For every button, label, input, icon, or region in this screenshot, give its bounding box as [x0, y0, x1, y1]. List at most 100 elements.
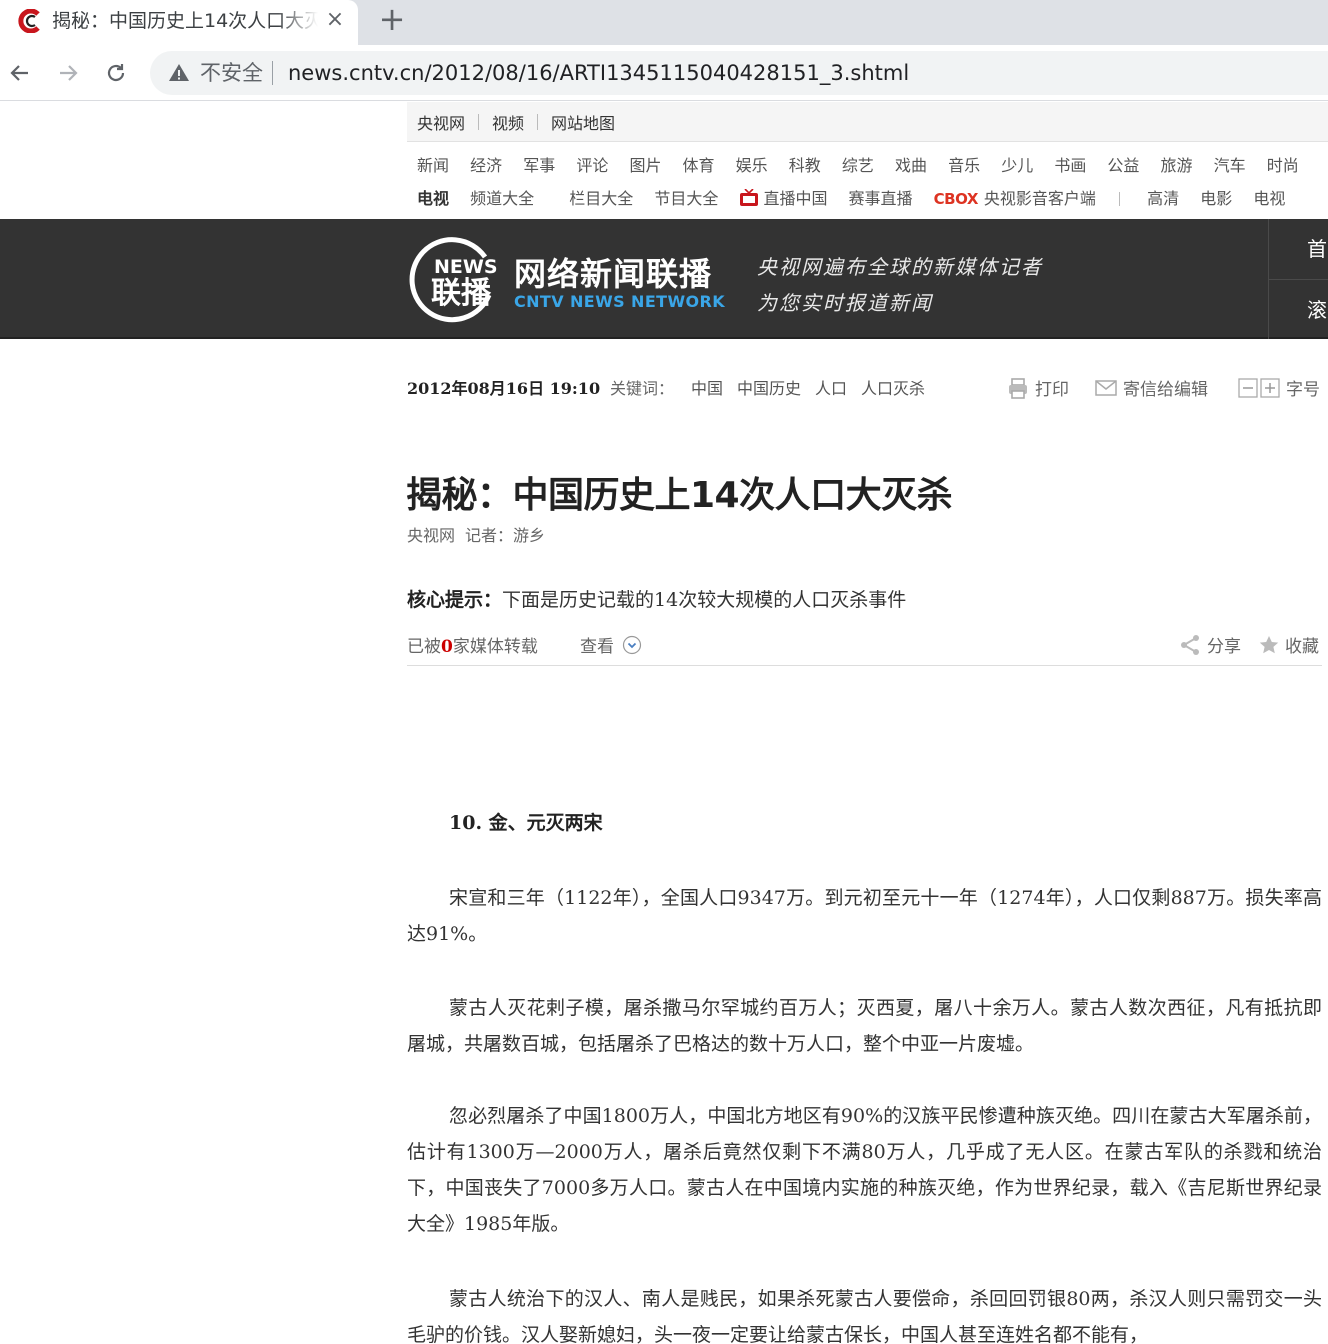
channel-link[interactable]: 评论 [576, 153, 608, 179]
share-button[interactable]: 分享 [1179, 632, 1241, 657]
keyword-link[interactable]: 人口灭杀 [861, 379, 925, 398]
channel-link[interactable]: 书画 [1054, 153, 1086, 179]
star-icon [1259, 635, 1279, 653]
logo-badge-top: NEWS [434, 256, 497, 278]
publish-datetime: 2012年08月16日 19:10 [407, 379, 601, 398]
channel-link[interactable]: 新闻 [417, 153, 449, 179]
portal-link-cntv[interactable]: 央视网 [417, 110, 465, 134]
keyword-link[interactable]: 中国 [691, 379, 723, 398]
font-size-label: 字号 [1286, 380, 1320, 400]
repost-prefix: 已被 [407, 637, 441, 657]
news-lianbo-logo-icon[interactable]: NEWS 联播 [407, 235, 497, 325]
tv-link-programs[interactable]: 节目大全 [654, 186, 718, 212]
channel-link[interactable]: 旅游 [1161, 153, 1193, 179]
share-icon [1181, 634, 1199, 655]
chevron-down-icon [622, 635, 642, 654]
article-meta: 2012年08月16日 19:10 关键词： 中国 中国历史 人口 人口灭杀 打印 寄… [407, 375, 1328, 400]
article-paragraph: 蒙古人统治下的汉人、南人是贱民，如果杀死蒙古人要偿命，杀回回罚银80两，杀汉人则… [407, 1288, 1322, 1344]
favorite-button[interactable]: 收藏 [1259, 632, 1319, 657]
slogan-line-2: 为您实时报道新闻 [757, 291, 933, 315]
back-button[interactable] [4, 57, 36, 89]
forward-button[interactable] [52, 57, 84, 89]
channel-link[interactable]: 经济 [470, 153, 502, 179]
tv-link-columns[interactable]: 栏目大全 [569, 186, 633, 212]
printer-icon [1009, 377, 1027, 399]
address-bar[interactable]: 不安全 news.cntv.cn/2012/08/16/ARTI13451150… [150, 51, 1328, 95]
divider [537, 113, 539, 130]
news-header-band: NEWS 联播 网络新闻联播 CNTV NEWS NETWORK 央视网遍布全球… [0, 219, 1328, 339]
envelope-icon [1095, 379, 1117, 396]
channel-link[interactable]: 汽车 [1214, 153, 1246, 179]
article-byline: 央视网 记者：游乡 [407, 522, 545, 546]
hd-link[interactable]: 高清 [1147, 186, 1179, 212]
browser-tab-active[interactable]: 揭秘：中国历史上14次人口大灭杀 × [0, 0, 358, 45]
warning-triangle-icon [169, 64, 189, 81]
channel-link[interactable]: 少儿 [1001, 153, 1033, 179]
browser-tabstrip: 揭秘：中国历史上14次人口大灭杀 × + [0, 0, 1328, 45]
font-decrease-icon[interactable] [1238, 377, 1258, 398]
article-paragraph: 忽必烈屠杀了中国1800万人，中国北方地区有90%的汉族平民惨遭种族灭绝。四川在… [407, 1105, 1322, 1235]
article-reporter: 记者：游乡 [465, 526, 546, 545]
reload-button[interactable] [100, 57, 132, 89]
repost-count-text: 已被0家媒体转载 [407, 632, 538, 657]
channel-link[interactable]: 图片 [629, 153, 661, 179]
keyword-link[interactable]: 中国历史 [737, 379, 801, 398]
menu-rolling[interactable]: 滚动 [1269, 279, 1328, 339]
security-status[interactable]: 不安全 [200, 60, 263, 86]
share-label: 分享 [1207, 637, 1241, 657]
keyword-link[interactable]: 人口 [815, 379, 847, 398]
summary-text: 下面是历史记载的14次较大规模的人口灭杀事件 [502, 589, 907, 611]
channel-link[interactable]: 时尚 [1267, 153, 1299, 179]
repost-count: 0 [441, 637, 453, 657]
movie-link[interactable]: 电影 [1200, 186, 1232, 212]
channel-link[interactable]: 综艺 [842, 153, 874, 179]
url-text[interactable]: news.cntv.cn/2012/08/16/ARTI134511504042… [288, 60, 909, 86]
menu-home[interactable]: 首页 [1269, 219, 1328, 279]
sports-live-link[interactable]: 赛事直播 [849, 186, 913, 212]
site-top-nav: 央视网 视频 网站地图 新闻 经济 军事 评论 图片 体育 娱乐 科教 综艺 戏… [407, 102, 1328, 219]
article-title: 揭秘：中国历史上14次人口大灭杀 [406, 475, 953, 516]
live-china-link[interactable]: 直播中国 [763, 186, 827, 212]
channel-link[interactable]: 戏曲 [895, 153, 927, 179]
browser-toolbar: 不安全 news.cntv.cn/2012/08/16/ARTI13451150… [0, 45, 1328, 101]
view-label: 查看 [580, 637, 614, 657]
mail-editor-button[interactable]: 寄信给编辑 [1095, 375, 1208, 400]
channel-link[interactable]: 音乐 [948, 153, 980, 179]
share-bar: 已被0家媒体转载 查看 分享 收藏 [407, 630, 1322, 666]
keywords-list: 中国 中国历史 人口 人口灭杀 [691, 375, 939, 399]
cbox-logo: CBOX [933, 190, 979, 208]
channel-link[interactable]: 娱乐 [736, 153, 768, 179]
logo-title-cn: 网络新闻联播 [514, 255, 713, 293]
print-label: 打印 [1035, 380, 1069, 400]
divider [478, 113, 480, 130]
tv-label: 电视 [417, 189, 450, 208]
channel-link[interactable]: 军事 [523, 153, 555, 179]
channel-link[interactable]: 公益 [1107, 153, 1139, 179]
tab-title: 揭秘：中国历史上14次人口大灭杀 [52, 10, 318, 32]
portal-link-sitemap[interactable]: 网站地图 [551, 110, 615, 134]
cbox-client-link[interactable]: 央视影音客户端 [984, 186, 1096, 212]
tv-series-link[interactable]: 电视 [1253, 186, 1285, 212]
portal-links-bar: 央视网 视频 网站地图 [407, 102, 1328, 142]
new-tab-button[interactable]: + [376, 3, 408, 35]
tab-close-icon[interactable]: × [322, 7, 348, 33]
font-increase-icon[interactable] [1260, 377, 1280, 398]
tv-icon [740, 189, 759, 206]
divider [1119, 192, 1120, 206]
print-button[interactable]: 打印 [1007, 375, 1069, 400]
cctv-favicon-icon [18, 9, 40, 33]
header-menu: 首页 滚动 [1268, 219, 1328, 339]
portal-link-video[interactable]: 视频 [492, 110, 524, 134]
view-reposts-button[interactable]: 查看 [580, 632, 642, 657]
font-size-control[interactable]: 字号 [1238, 375, 1320, 400]
article-paragraph: 宋宣和三年（1122年），全国人口9347万。到元初至元十一年（1274年），人… [407, 887, 1322, 945]
slogan-line-1: 央视网遍布全球的新媒体记者 [757, 255, 1043, 279]
tv-link-channels[interactable]: 频道大全 [470, 186, 534, 212]
keywords-label: 关键词： [610, 379, 675, 398]
channel-link[interactable]: 体育 [683, 153, 715, 179]
omnibox-divider [272, 61, 273, 85]
channel-link[interactable]: 科教 [789, 153, 821, 179]
article-summary: 核心提示：下面是历史记载的14次较大规模的人口灭杀事件 [407, 585, 906, 612]
logo-title-en: CNTV NEWS NETWORK [514, 292, 726, 311]
tv-nav-row: 电视 频道大全 栏目大全 节目大全 直播中国 赛事直播 CBOX 央视影音客户端 … [417, 186, 1301, 212]
